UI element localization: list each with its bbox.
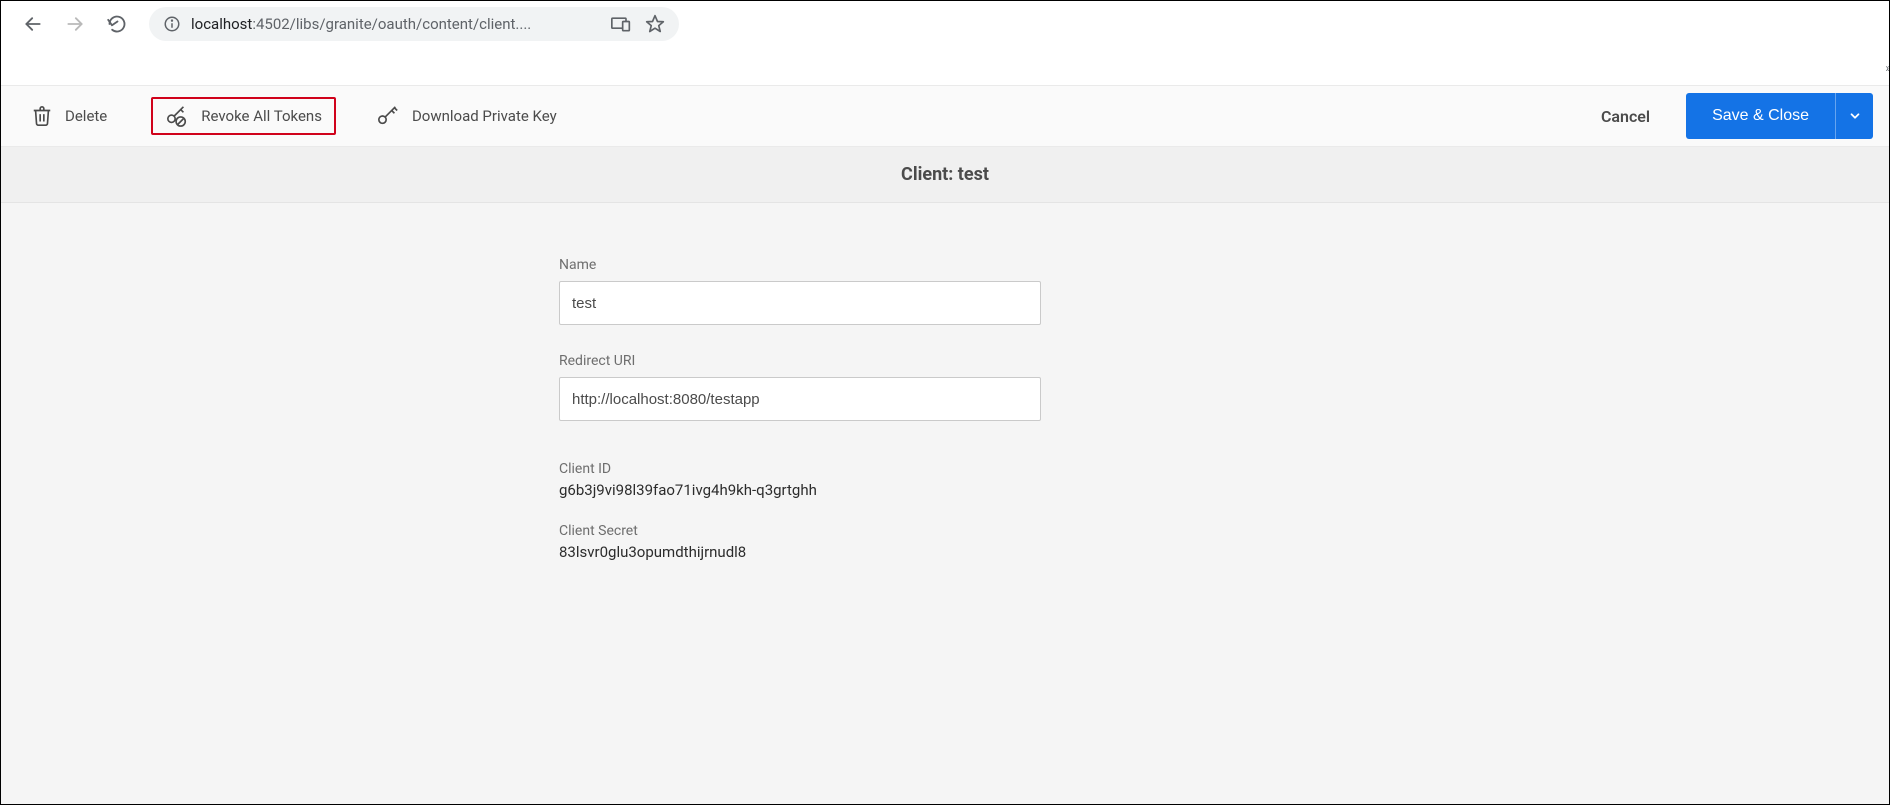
device-toggle-icon[interactable] [611,16,631,32]
reload-icon [107,14,127,34]
download-key-button[interactable]: Download Private Key [362,97,571,135]
redirect-uri-field: Redirect URI [559,353,1041,421]
client-secret-block: Client Secret 83lsvr0glu3opumdthijrnudl8 [559,523,1041,561]
client-id-value: g6b3j9vi98l39fao71ivg4h9kh-q3grtghh [559,481,1041,499]
overflow-indicator-icon: » [1885,61,1890,75]
name-input[interactable] [559,281,1041,325]
chevron-down-icon [1848,109,1862,123]
revoke-tokens-button[interactable]: Revoke All Tokens [151,97,336,135]
save-close-button[interactable]: Save & Close [1686,93,1835,139]
save-dropdown-button[interactable] [1835,93,1873,139]
name-label: Name [559,257,1041,273]
arrow-right-icon [65,14,85,34]
client-form: Name Redirect URI Client ID g6b3j9vi98l3… [559,203,1041,561]
client-id-label: Client ID [559,461,1041,477]
url-host: localhost [191,15,252,33]
page-title: Client: test [901,164,989,185]
content-area: Name Redirect URI Client ID g6b3j9vi98l3… [1,203,1889,804]
cancel-button[interactable]: Cancel [1573,107,1678,126]
reload-button[interactable] [99,6,135,42]
address-bar[interactable]: localhost:4502/libs/granite/oauth/conten… [149,7,679,41]
key-revoke-icon [165,105,189,127]
action-toolbar: Delete Revoke All Tokens Download Privat… [1,85,1889,147]
forward-button[interactable] [57,6,93,42]
title-bar: Client: test [1,147,1889,203]
key-icon [376,105,400,127]
url-path: :4502/libs/granite/oauth/content/client.… [252,15,531,33]
browser-bar: localhost:4502/libs/granite/oauth/conten… [1,1,1889,47]
url-text: localhost:4502/libs/granite/oauth/conten… [191,15,601,33]
client-secret-label: Client Secret [559,523,1041,539]
star-icon[interactable] [645,14,665,34]
arrow-left-icon [23,14,43,34]
save-button-group: Save & Close [1686,93,1873,139]
client-id-block: Client ID g6b3j9vi98l39fao71ivg4h9kh-q3g… [559,461,1041,499]
download-label: Download Private Key [412,107,557,125]
back-button[interactable] [15,6,51,42]
redirect-uri-input[interactable] [559,377,1041,421]
redirect-uri-label: Redirect URI [559,353,1041,369]
client-secret-value: 83lsvr0glu3opumdthijrnudl8 [559,543,1041,561]
trash-icon [31,105,53,127]
delete-label: Delete [65,107,107,125]
site-info-icon [163,15,181,33]
name-field: Name [559,257,1041,325]
delete-button[interactable]: Delete [17,97,121,135]
revoke-label: Revoke All Tokens [201,107,322,125]
